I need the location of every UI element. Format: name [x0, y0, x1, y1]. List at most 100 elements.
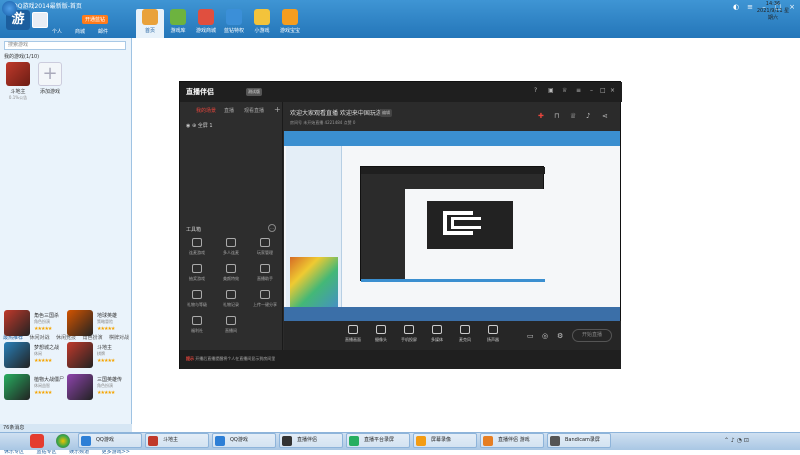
taskbar-task[interactable]: 直播平台录屏 — [346, 433, 410, 448]
control-button[interactable]: 摄像头 — [366, 325, 396, 343]
camera-icon[interactable]: ▭ — [527, 332, 534, 340]
tool-button[interactable]: 福利社 — [182, 316, 212, 334]
live-stream-logo: 直播伴侣 — [186, 88, 214, 96]
recommended-game[interactable]: 三国英雄传 角色扮演 ★★★★★ — [67, 374, 129, 404]
recommended-game[interactable]: 植物大战僵尸 休闲益智 ★★★★★ — [4, 374, 66, 404]
tab-live[interactable]: 直播 — [224, 107, 234, 114]
tool-button[interactable]: 抽奖游戏 — [182, 264, 212, 282]
tool-button[interactable]: 直播助手 — [250, 264, 280, 282]
task-label: QQ游戏 — [96, 437, 114, 443]
bell-icon[interactable]: ♪ — [586, 112, 590, 120]
menu-icon[interactable]: ≡ — [576, 87, 581, 94]
lock-icon[interactable]: ⊓ — [554, 112, 559, 120]
add-game-button[interactable]: + — [38, 62, 62, 86]
clock[interactable]: 14:36 2021/9/11 星期六 — [756, 1, 790, 22]
eye-icon[interactable]: ◎ — [542, 332, 548, 340]
taskbar-task[interactable]: Bandicam录屏 — [547, 433, 611, 448]
tool-label: 抽奖游戏 — [189, 276, 205, 281]
user-link-shop[interactable]: 商城 — [75, 28, 85, 35]
add-game-label: 添加游戏 — [39, 89, 60, 95]
start-button[interactable] — [2, 1, 17, 16]
recommended-game[interactable]: 地球英雄 策略冒险 ★★★★★ — [67, 310, 129, 340]
preview-nested-window — [360, 166, 545, 282]
tool-button[interactable]: 礼物记录 — [216, 290, 246, 308]
gift-icon[interactable]: ✚ — [538, 112, 544, 120]
nav-tab[interactable]: 小游戏 — [248, 9, 276, 38]
tool-icon — [260, 290, 270, 299]
record-icon[interactable]: ▣ — [548, 87, 554, 94]
tool-icon — [226, 316, 236, 325]
close-icon[interactable]: × — [610, 87, 615, 94]
nav-tab-label: 首页 — [144, 28, 155, 34]
settings-icon[interactable]: ⚙ — [557, 332, 563, 340]
tool-button[interactable]: 连麦游戏 — [182, 238, 212, 256]
eye-icon[interactable]: ◉ ⊕ — [186, 123, 198, 129]
nav-tab-icon — [254, 9, 270, 25]
control-button[interactable]: 手机投屏 — [394, 325, 424, 343]
menu-icon[interactable]: ≡ — [744, 3, 756, 11]
taskbar-task[interactable]: QQ游戏 — [212, 433, 276, 448]
tray-icons[interactable]: ⌃ ♪ ◔ ⊡ — [724, 437, 749, 444]
scene-item[interactable]: ◉ ⊕ 全屏 1 — [186, 122, 213, 129]
user-link-personal[interactable]: 个人 — [52, 28, 62, 35]
control-button[interactable]: 扬声器 — [478, 325, 508, 343]
minimize-icon[interactable]: – — [590, 87, 593, 94]
avatar[interactable] — [32, 12, 48, 28]
help-icon[interactable]: ? — [534, 87, 537, 94]
preview-taskbar — [284, 307, 620, 321]
skin-icon[interactable]: ◐ — [730, 3, 742, 11]
nav-tab-label: 游戏宝宝 — [279, 28, 300, 34]
preview-game-grid — [290, 257, 338, 307]
more-icon[interactable]: … — [268, 224, 276, 232]
edit-button[interactable]: 编辑 — [380, 109, 392, 117]
nav-tab[interactable]: 游戏库 — [164, 9, 192, 38]
taskbar-task[interactable]: 直播伴侣 — [279, 433, 343, 448]
add-scene-icon[interactable]: + — [274, 105, 281, 114]
shirt-icon[interactable]: ♕ — [570, 112, 576, 120]
tool-button[interactable]: 玩家管理 — [250, 238, 280, 256]
nav-tab[interactable]: 蓝钻特权 — [220, 9, 248, 38]
game-type: 策略冒险 — [97, 319, 113, 324]
taskbar-task[interactable]: 斗地主 — [145, 433, 209, 448]
chrome-icon[interactable] — [56, 434, 70, 448]
control-button[interactable]: 多媒体 — [422, 325, 452, 343]
tool-button[interactable]: 直播间 — [216, 316, 246, 334]
tool-button[interactable]: 美颜特效 — [216, 264, 246, 282]
recommended-game[interactable]: 梦想城之战 休闲 ★★★★★ — [4, 342, 66, 372]
search-input[interactable]: 搜索游戏 — [4, 41, 126, 50]
start-live-button[interactable]: 开始直播 — [572, 329, 612, 342]
nav-tab-label: 游戏商城 — [195, 28, 216, 34]
tool-button[interactable]: 礼物与等级 — [182, 290, 212, 308]
task-icon — [215, 436, 225, 446]
tool-button[interactable]: 多人连麦 — [216, 238, 246, 256]
taskbar-task[interactable]: QQ游戏 — [78, 433, 142, 448]
task-icon — [282, 436, 292, 446]
plus-icon: + — [42, 63, 58, 84]
tab-watch[interactable]: 观看直播 — [244, 107, 264, 114]
share-icon[interactable]: ⋖ — [602, 112, 608, 120]
maximize-icon[interactable]: □ — [600, 87, 606, 94]
control-button[interactable]: 麦克风 — [450, 325, 480, 343]
tool-icon — [226, 290, 236, 299]
control-button[interactable]: 直播画面 — [338, 325, 368, 343]
app-icon-netease[interactable] — [30, 434, 44, 448]
taskbar-task[interactable]: 直播伴侣 游戏 — [480, 433, 544, 448]
game-icon — [4, 342, 30, 368]
task-icon — [483, 436, 493, 446]
shirt-icon[interactable]: ♕ — [562, 87, 567, 94]
tool-icon — [192, 264, 202, 273]
rating-stars: ★★★★★ — [34, 326, 52, 332]
tool-label: 直播间 — [225, 328, 237, 333]
tab-my-scenes[interactable]: 我的场景 — [196, 107, 216, 114]
vip-button[interactable]: 开通蓝钻 — [82, 15, 109, 24]
tool-button[interactable]: 上传一键分享 — [250, 290, 280, 308]
game-icon-doudizhu[interactable] — [6, 62, 30, 86]
nav-tab[interactable]: 游戏宝宝 — [276, 9, 304, 38]
user-link-mail[interactable]: 邮件 — [98, 28, 108, 35]
nav-tab[interactable]: 首页 — [136, 9, 164, 38]
nav-tab[interactable]: 游戏商城 — [192, 9, 220, 38]
recommended-game[interactable]: 斗地主 棋牌 ★★★★★ — [67, 342, 129, 372]
stream-preview[interactable] — [284, 131, 620, 321]
recommended-game[interactable]: 角色三国杀 角色扮演 ★★★★★ — [4, 310, 66, 340]
taskbar-task[interactable]: 屏幕录像 — [413, 433, 477, 448]
